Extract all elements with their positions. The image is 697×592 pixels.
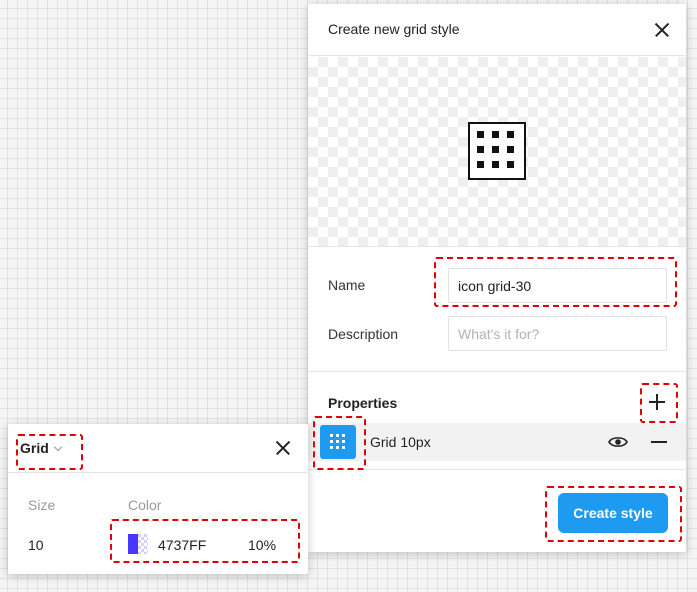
close-icon[interactable] xyxy=(650,18,674,42)
opacity-input[interactable]: 10% xyxy=(248,537,276,553)
divider xyxy=(308,469,686,470)
color-hex-input[interactable]: 4737FF xyxy=(158,537,206,553)
divider xyxy=(308,371,686,372)
dialog-title: Create new grid style xyxy=(328,21,460,37)
name-label: Name xyxy=(328,277,366,293)
property-name: Grid 10px xyxy=(370,434,431,450)
eye-icon[interactable] xyxy=(608,434,628,450)
color-swatch-alpha xyxy=(138,534,148,554)
grid-panel-header: Grid xyxy=(8,424,308,473)
minus-icon[interactable] xyxy=(647,430,671,454)
color-swatch[interactable] xyxy=(128,534,148,554)
grid-type-dropdown[interactable]: Grid xyxy=(20,440,63,456)
color-header: Color xyxy=(128,497,162,513)
size-input[interactable]: 10 xyxy=(28,537,44,553)
description-label: Description xyxy=(328,326,399,342)
properties-heading: Properties xyxy=(328,395,398,411)
name-field[interactable] xyxy=(448,268,667,303)
close-icon[interactable] xyxy=(271,436,295,460)
create-grid-style-dialog: Create new grid style Name Description P… xyxy=(308,4,686,552)
grid-type-label: Grid xyxy=(20,440,49,456)
grid-settings-panel: Grid Size Color 10 4737FF 10% xyxy=(8,424,308,574)
create-style-button[interactable]: Create style xyxy=(558,493,668,533)
chevron-down-icon xyxy=(53,442,63,452)
property-row: Grid 10px xyxy=(308,423,686,461)
color-swatch-solid xyxy=(128,534,138,554)
plus-icon[interactable] xyxy=(645,390,669,414)
style-preview xyxy=(308,57,686,247)
grid-icon xyxy=(468,122,526,180)
description-field[interactable] xyxy=(448,316,667,351)
dialog-header: Create new grid style xyxy=(308,4,686,56)
size-header: Size xyxy=(28,497,56,513)
grid-settings-button[interactable] xyxy=(320,425,356,459)
